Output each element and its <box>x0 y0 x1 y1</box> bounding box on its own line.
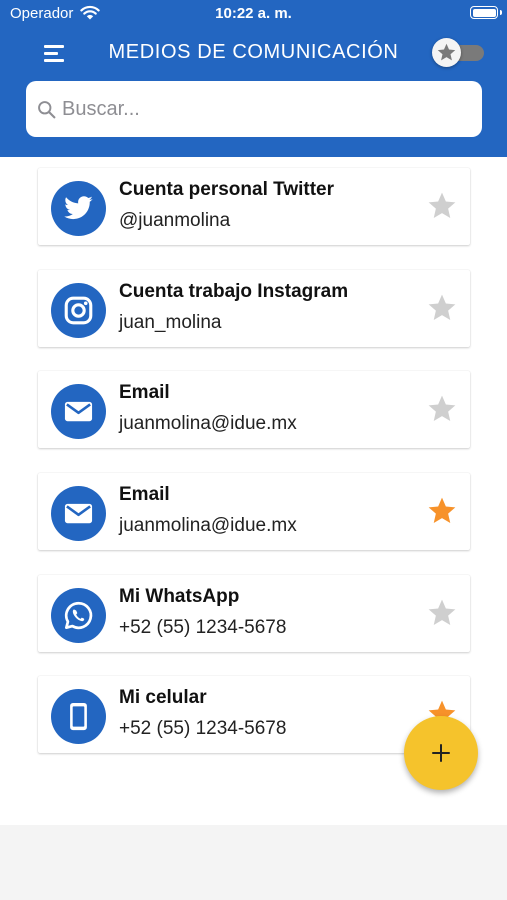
page-title: MEDIOS DE COMUNICACIÓN <box>108 41 399 63</box>
twitter-icon <box>64 196 93 220</box>
contact-avatar <box>51 181 106 236</box>
search-bar[interactable] <box>26 81 482 137</box>
contact-avatar <box>51 486 106 541</box>
contact-title: Mi WhatsApp <box>119 586 240 607</box>
contact-title: Email <box>119 382 170 403</box>
contact-value: juanmolina@idue.mx <box>119 515 297 536</box>
contact-card-email[interactable]: Email juanmolina@idue.mx <box>38 371 470 448</box>
battery-icon <box>470 6 502 19</box>
contact-avatar <box>51 689 106 744</box>
contact-card-email[interactable]: Email juanmolina@idue.mx <box>38 473 470 550</box>
favorites-toggle[interactable] <box>432 38 484 67</box>
contact-card-twitter[interactable]: Cuenta personal Twitter @juanmolina <box>38 168 470 245</box>
contact-value: +52 (55) 1234-5678 <box>119 617 287 638</box>
star-icon <box>437 43 456 61</box>
contact-avatar <box>51 283 106 338</box>
contact-title: Mi celular <box>119 687 207 708</box>
email-icon <box>64 401 93 422</box>
star-icon[interactable] <box>426 190 458 222</box>
contact-value: juanmolina@idue.mx <box>119 413 297 434</box>
app-header: Operador 10:22 a. m. MEDIOS DE COMUNICAC… <box>0 0 507 157</box>
star-icon[interactable] <box>426 292 458 324</box>
search-icon <box>38 101 56 119</box>
contact-value: +52 (55) 1234-5678 <box>119 718 287 739</box>
search-input[interactable] <box>62 91 462 127</box>
star-icon[interactable] <box>426 495 458 527</box>
instagram-icon <box>64 296 93 325</box>
star-icon[interactable] <box>426 597 458 629</box>
contact-card-instagram[interactable]: Cuenta trabajo Instagram juan_molina <box>38 270 470 347</box>
contact-title: Email <box>119 484 170 505</box>
contact-avatar <box>51 384 106 439</box>
clock: 10:22 a. m. <box>215 5 292 22</box>
add-contact-button[interactable] <box>404 716 478 790</box>
contact-value: juan_molina <box>119 312 222 333</box>
contact-title: Cuenta trabajo Instagram <box>119 281 349 302</box>
contact-title: Cuenta personal Twitter <box>119 179 335 200</box>
whatsapp-icon <box>64 601 93 630</box>
phone-icon <box>70 702 87 731</box>
status-bar: Operador 10:22 a. m. <box>0 0 507 28</box>
plus-icon <box>432 744 450 762</box>
contact-value: @juanmolina <box>119 210 231 231</box>
contact-avatar <box>51 588 106 643</box>
email-icon <box>64 503 93 524</box>
contact-card-whatsapp[interactable]: Mi WhatsApp +52 (55) 1234-5678 <box>38 575 470 652</box>
bottom-area <box>0 825 507 900</box>
star-icon[interactable] <box>426 393 458 425</box>
